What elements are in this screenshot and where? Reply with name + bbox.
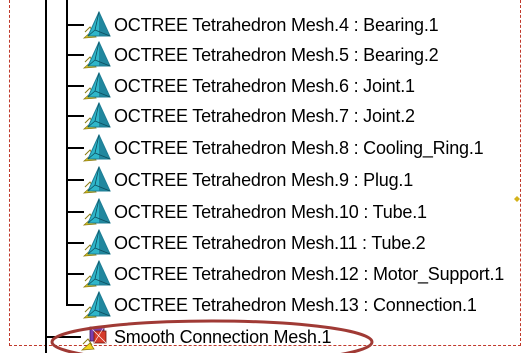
spec-tree-panel: OCTREE Tetrahedron Mesh.4 : Bearing.1 OC… — [0, 0, 526, 353]
tree-node-label: OCTREE Tetrahedron Mesh.4 : Bearing.1 — [114, 15, 439, 35]
tree-node-label: OCTREE Tetrahedron Mesh.5 : Bearing.2 — [114, 45, 439, 65]
octree-tetra-mesh-icon — [82, 134, 111, 162]
octree-tetra-mesh-icon — [82, 260, 111, 288]
tree-branch — [45, 336, 81, 338]
tree-node-mesh-11[interactable]: OCTREE Tetrahedron Mesh.11 : Tube.2 — [0, 228, 526, 258]
octree-tetra-mesh-icon — [82, 11, 111, 39]
tree-node-label: OCTREE Tetrahedron Mesh.7 : Joint.2 — [114, 106, 415, 126]
tree-node-label: OCTREE Tetrahedron Mesh.11 : Tube.2 — [114, 233, 426, 253]
tree-node-label: OCTREE Tetrahedron Mesh.6 : Joint.1 — [114, 76, 415, 96]
octree-tetra-mesh-icon — [82, 198, 111, 226]
tree-node-label: OCTREE Tetrahedron Mesh.12 : Motor_Suppo… — [114, 264, 505, 284]
tree-node-mesh-9[interactable]: OCTREE Tetrahedron Mesh.9 : Plug.1 — [0, 165, 526, 195]
edge-marker-icon — [514, 196, 520, 202]
tree-node-label: OCTREE Tetrahedron Mesh.9 : Plug.1 — [114, 170, 414, 190]
tree-node-smooth-connection-mesh[interactable]: Smooth Connection Mesh.1 — [0, 322, 526, 352]
octree-tetra-mesh-icon — [82, 291, 111, 319]
tree-node-mesh-4[interactable]: OCTREE Tetrahedron Mesh.4 : Bearing.1 — [0, 10, 526, 40]
octree-tetra-mesh-icon — [82, 41, 111, 69]
tree-node-mesh-6[interactable]: OCTREE Tetrahedron Mesh.6 : Joint.1 — [0, 71, 526, 101]
tree-node-mesh-5[interactable]: OCTREE Tetrahedron Mesh.5 : Bearing.2 — [0, 40, 526, 70]
octree-tetra-mesh-icon — [82, 166, 111, 194]
octree-tetra-mesh-icon — [82, 102, 111, 130]
specification-tree: OCTREE Tetrahedron Mesh.4 : Bearing.1 OC… — [0, 0, 526, 353]
tree-node-mesh-10[interactable]: OCTREE Tetrahedron Mesh.10 : Tube.1 — [0, 197, 526, 227]
tree-node-label: OCTREE Tetrahedron Mesh.10 : Tube.1 — [114, 202, 427, 222]
tree-node-label: OCTREE Tetrahedron Mesh.13 : Connection.… — [114, 295, 477, 315]
tree-node-mesh-12[interactable]: OCTREE Tetrahedron Mesh.12 : Motor_Suppo… — [0, 259, 526, 289]
tree-node-mesh-13[interactable]: OCTREE Tetrahedron Mesh.13 : Connection.… — [0, 290, 526, 320]
smooth-connection-mesh-icon — [80, 326, 107, 351]
octree-tetra-mesh-icon — [82, 72, 111, 100]
octree-tetra-mesh-icon — [82, 229, 111, 257]
tree-node-mesh-8[interactable]: OCTREE Tetrahedron Mesh.8 : Cooling_Ring… — [0, 133, 526, 163]
tree-node-label: OCTREE Tetrahedron Mesh.8 : Cooling_Ring… — [114, 138, 484, 158]
tree-node-mesh-7[interactable]: OCTREE Tetrahedron Mesh.7 : Joint.2 — [0, 101, 526, 131]
tree-node-label: Smooth Connection Mesh.1 — [114, 327, 332, 347]
